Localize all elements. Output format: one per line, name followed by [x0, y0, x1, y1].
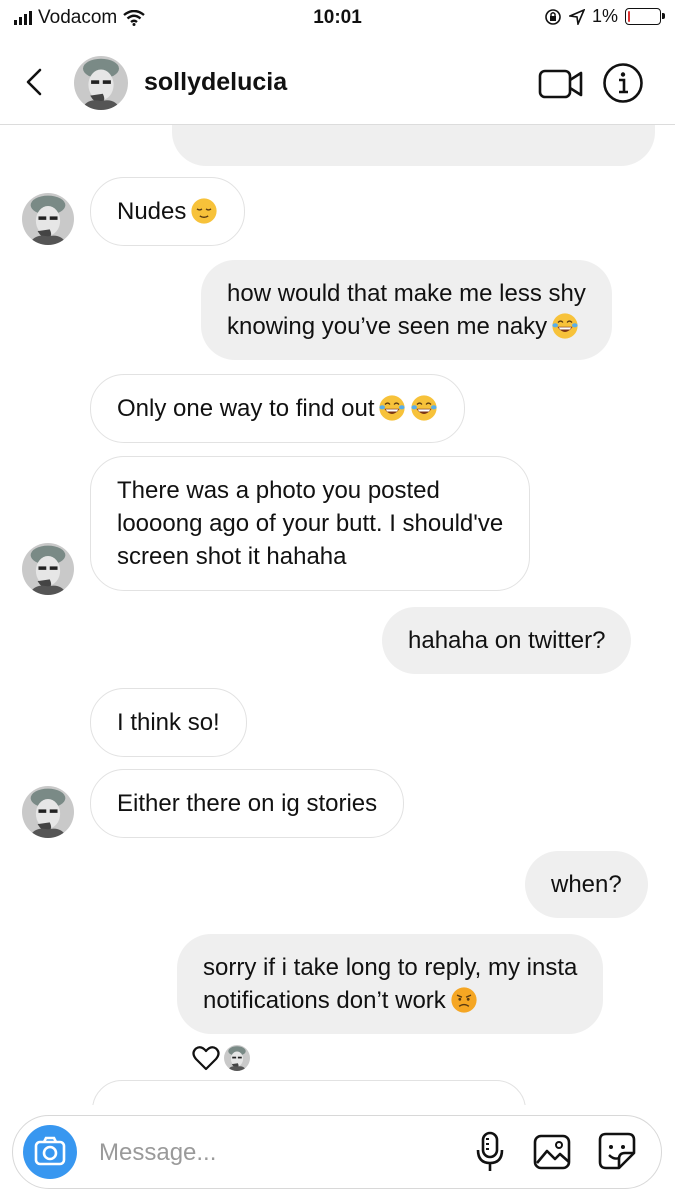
gallery-icon[interactable] [533, 1132, 573, 1172]
camera-button[interactable] [23, 1125, 77, 1179]
message-bubble-outgoing[interactable] [172, 125, 655, 166]
message-text-line: knowing you’ve seen me naky [227, 313, 548, 340]
message-bubble-incoming[interactable]: Only one way to find out [90, 374, 466, 443]
video-call-icon[interactable] [538, 66, 584, 102]
laughing-face-icon [378, 394, 406, 422]
message-reactions[interactable] [192, 1045, 250, 1071]
message-bubble-outgoing[interactable]: how would that make me less shy knowing … [201, 260, 612, 360]
camera-icon [34, 1136, 66, 1166]
message-text: Nudes [117, 198, 187, 225]
header-avatar[interactable] [74, 56, 128, 110]
angry-face-icon [450, 986, 478, 1014]
message-input[interactable] [97, 1134, 431, 1172]
rotation-lock-icon [545, 8, 561, 25]
battery-icon [625, 8, 665, 25]
message-text-line: screen shot it hahaha [117, 543, 347, 570]
relieved-face-icon [190, 197, 218, 225]
message-bubble-outgoing[interactable]: hahaha on twitter? [382, 607, 632, 674]
message-thread[interactable]: Nudes how would that make me less shy kn… [0, 125, 675, 1105]
status-bar: Vodacom 10:01 1% [0, 0, 675, 36]
sticker-icon[interactable] [597, 1131, 637, 1171]
reactor-avatar [224, 1045, 250, 1071]
message-bubble-incoming[interactable]: Nudes [90, 177, 246, 246]
message-bubble-incoming[interactable]: I think so! [90, 688, 247, 757]
message-text-line: sorry if i take long to reply, my insta [203, 954, 578, 981]
location-icon [568, 8, 585, 25]
message-text-line: how would that make me less shy [227, 280, 586, 307]
message-text: Only one way to find out [117, 395, 375, 422]
message-text: when? [551, 871, 622, 898]
info-icon[interactable] [602, 62, 644, 104]
message-bubble-outgoing[interactable]: when? [525, 851, 648, 918]
message-text: hahaha on twitter? [408, 627, 606, 654]
chevron-left-icon[interactable] [18, 64, 54, 100]
message-bubble-outgoing[interactable]: sorry if i take long to reply, my insta … [177, 934, 604, 1034]
sender-avatar[interactable] [22, 543, 74, 595]
heart-icon[interactable] [192, 1045, 220, 1071]
chat-header: sollydelucia [0, 44, 675, 125]
laughing-face-icon [410, 394, 438, 422]
laughing-face-icon [551, 312, 579, 340]
chat-username[interactable]: sollydelucia [144, 68, 287, 97]
status-right: 1% [544, 6, 665, 27]
message-bubble-incoming[interactable]: There was a photo you posted loooong ago… [90, 456, 531, 591]
sender-avatar[interactable] [22, 193, 74, 245]
battery-fill [628, 11, 630, 22]
message-bubble-incoming[interactable] [92, 1080, 526, 1105]
message-text-line: loooong ago of your butt. I should've [117, 510, 504, 537]
microphone-icon[interactable] [475, 1130, 505, 1174]
message-bubble-incoming[interactable]: Either there on ig stories [90, 769, 405, 838]
battery-percent: 1% [591, 6, 618, 26]
message-composer [12, 1115, 662, 1189]
message-text-line: There was a photo you posted [117, 477, 440, 504]
message-text-line: notifications don’t work [203, 987, 446, 1014]
message-text: Either there on ig stories [117, 790, 378, 817]
message-text: I think so! [117, 709, 220, 736]
sender-avatar[interactable] [22, 786, 74, 838]
